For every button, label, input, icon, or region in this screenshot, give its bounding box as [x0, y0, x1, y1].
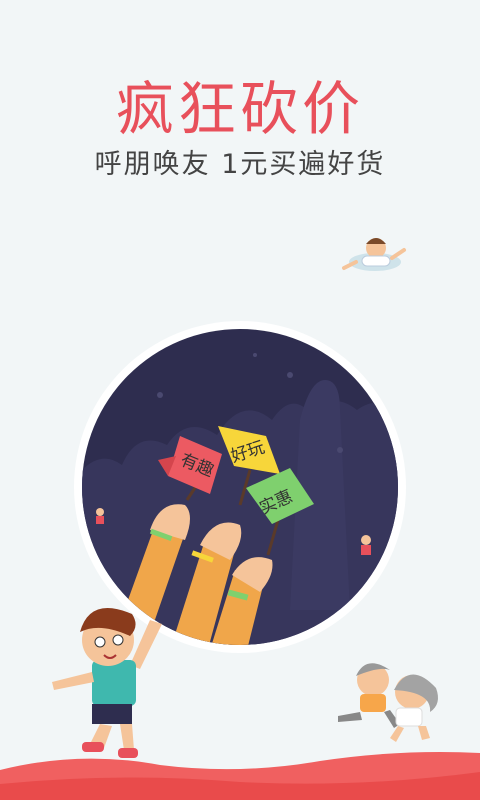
floating-kid-illustration [342, 238, 406, 271]
tiny-jumping-figure-right [361, 535, 371, 555]
running-kids-illustration [338, 663, 438, 742]
boy-character-illustration [52, 608, 162, 758]
tiny-jumping-figure-left [96, 508, 104, 524]
red-ground-decoration [0, 752, 480, 800]
splash-illustration: 有趣 好玩 实惠 [0, 238, 480, 800]
